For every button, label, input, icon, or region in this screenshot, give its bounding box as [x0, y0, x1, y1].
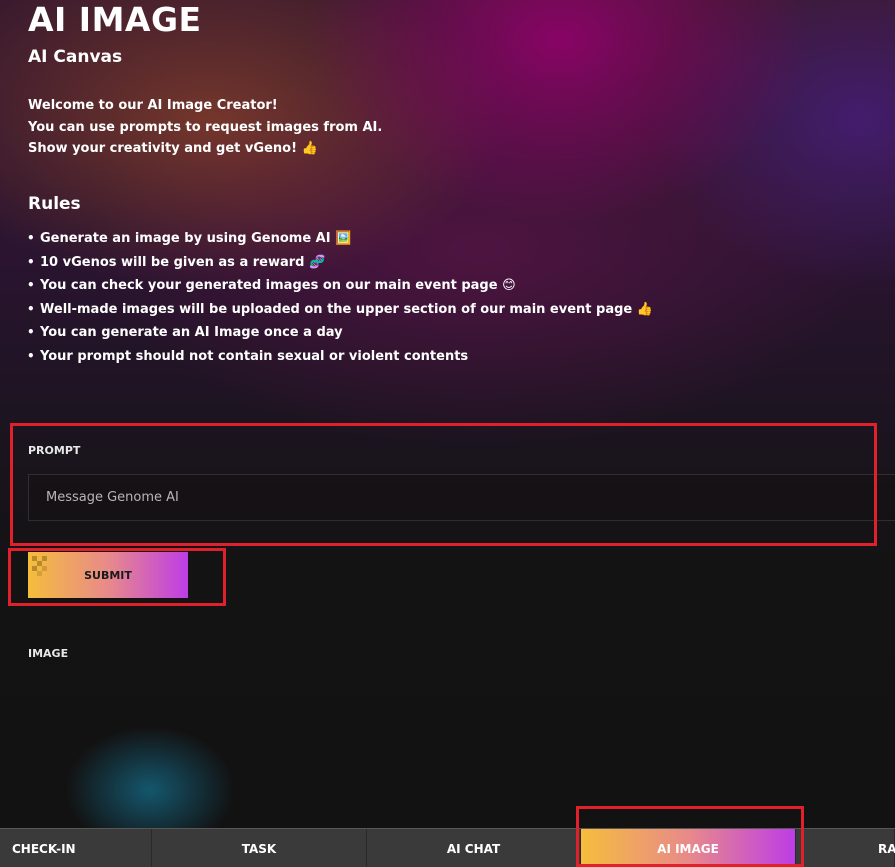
- tab-ra[interactable]: RA: [796, 829, 895, 867]
- tab-task[interactable]: TASK: [152, 829, 367, 867]
- rule-item: • Your prompt should not contain sexual o…: [27, 345, 653, 369]
- bullet-icon: •: [27, 348, 35, 363]
- intro-line: Show your creativity and get vGeno! 👍: [28, 141, 318, 156]
- tab-label: AI IMAGE: [657, 841, 719, 856]
- rule-item: • Well-made images will be uploaded on th…: [27, 298, 653, 322]
- tab-label: AI CHAT: [446, 841, 501, 856]
- rules-list: • Generate an image by using Genome AI 🖼️…: [27, 227, 653, 369]
- submit-button[interactable]: SUBMIT: [28, 552, 188, 598]
- submit-button-label: SUBMIT: [84, 568, 132, 582]
- prompt-label: PROMPT: [28, 444, 81, 457]
- pixel-decoration-icon: [32, 556, 52, 576]
- tab-label: TASK: [241, 841, 277, 856]
- image-label: IMAGE: [28, 647, 69, 660]
- intro-text: Welcome to our AI Image Creator! You can…: [28, 95, 382, 160]
- intro-line: Welcome to our AI Image Creator!: [28, 98, 278, 113]
- bullet-icon: •: [27, 325, 35, 340]
- rule-text: You can generate an AI Image once a day: [40, 325, 343, 341]
- tab-check-in[interactable]: CHECK-IN: [0, 829, 152, 867]
- rule-item: • You can check your generated images on …: [27, 274, 653, 298]
- bullet-icon: •: [27, 278, 35, 293]
- tab-label: CHECK-IN: [12, 841, 76, 856]
- rule-item: • You can generate an AI Image once a day: [27, 321, 653, 345]
- tab-ai-image[interactable]: AI IMAGE: [581, 829, 796, 867]
- tab-label: RA: [878, 841, 895, 856]
- bottom-nav: CHECK-IN TASK AI CHAT AI IMAGE RA: [0, 828, 895, 867]
- bullet-icon: •: [27, 231, 35, 245]
- rule-text: 10 vGenos will be given as a reward 🧬: [40, 254, 326, 270]
- rules-heading: Rules: [28, 194, 81, 214]
- bullet-icon: •: [27, 301, 35, 316]
- rule-text: Well-made images will be uploaded on the…: [40, 301, 653, 317]
- rule-text: You can check your generated images on o…: [40, 278, 516, 294]
- rule-item: • Generate an image by using Genome AI 🖼️: [27, 227, 653, 251]
- page-subtitle: AI Canvas: [28, 47, 123, 67]
- intro-line: You can use prompts to request images fr…: [28, 119, 383, 135]
- bullet-icon: •: [27, 254, 35, 269]
- rule-item: • 10 vGenos will be given as a reward 🧬: [27, 251, 653, 275]
- page-title: AI IMAGE: [28, 0, 202, 39]
- rule-text: Your prompt should not contain sexual or…: [40, 348, 469, 364]
- prompt-input[interactable]: [28, 474, 895, 521]
- tab-ai-chat[interactable]: AI CHAT: [367, 829, 581, 867]
- generated-image-area: [28, 670, 888, 820]
- rule-text: Generate an image by using Genome AI 🖼️: [40, 231, 352, 246]
